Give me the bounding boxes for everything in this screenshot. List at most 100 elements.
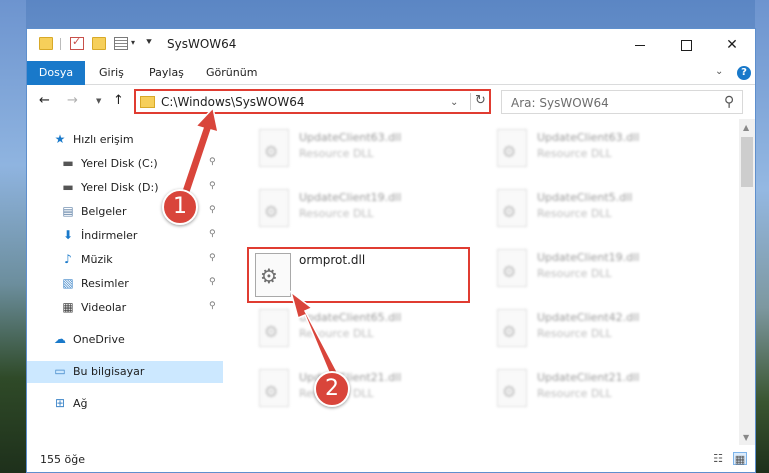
minimize-button[interactable] xyxy=(617,29,663,61)
close-button[interactable]: ✕ xyxy=(709,29,755,61)
pin-icon[interactable]: ⚲ xyxy=(209,181,216,191)
videos-icon: ▦ xyxy=(62,300,74,314)
up-button[interactable]: ↑ xyxy=(113,93,124,108)
chevron-down-icon[interactable]: ▾ xyxy=(131,38,135,47)
forward-button[interactable]: → xyxy=(67,93,78,108)
drive-icon: ▬ xyxy=(62,156,74,170)
new-folder-icon[interactable] xyxy=(92,37,106,50)
sidebar-item[interactable]: ★ Hızlı erişim xyxy=(27,129,223,151)
refresh-button[interactable]: ↻ xyxy=(475,93,486,108)
dll-file-icon xyxy=(497,249,527,287)
file-type: Resource DLL xyxy=(537,147,612,160)
sidebar-item[interactable]: ⊞ Ağ xyxy=(27,393,223,415)
pin-icon[interactable]: ⚲ xyxy=(209,205,216,215)
tab-share[interactable]: Paylaş xyxy=(141,61,192,85)
sidebar-item-label: Bu bilgisayar xyxy=(73,365,145,378)
vertical-scrollbar[interactable]: ▲ ▼ xyxy=(739,119,755,445)
expand-ribbon-icon[interactable]: ⌄ xyxy=(715,66,723,77)
chevron-down-icon[interactable]: ⌄ xyxy=(450,97,458,108)
sidebar-item[interactable]: ⬇ İndirmeler ⚲ xyxy=(27,225,223,247)
sidebar-item[interactable]: ▦ Videolar ⚲ xyxy=(27,297,223,319)
file-tile[interactable]: UpdateClient5.dll Resource DLL xyxy=(485,185,705,231)
address-bar[interactable]: C:\Windows\SysWOW64 ⌄ ↻ xyxy=(134,89,491,114)
details-view-icon[interactable]: ☷ xyxy=(711,452,725,465)
tab-file[interactable]: Dosya xyxy=(27,61,85,85)
tiles-view-icon[interactable]: ▦ xyxy=(733,452,747,466)
sidebar-item[interactable]: ▧ Resimler ⚲ xyxy=(27,273,223,295)
item-count: 155 öğe xyxy=(40,453,85,466)
download-icon: ⬇ xyxy=(62,228,74,242)
search-icon[interactable]: ⚲ xyxy=(724,94,734,110)
dll-file-icon xyxy=(497,129,527,167)
drive-icon: ▬ xyxy=(62,180,74,194)
recent-locations-icon[interactable]: ▼ xyxy=(96,97,101,105)
file-tile[interactable]: UpdateClient65.dll Resource DLL xyxy=(247,305,467,351)
sidebar-item-label: Videolar xyxy=(81,301,127,314)
search-input[interactable]: Ara: SysWOW64 ⚲ xyxy=(501,90,743,114)
status-bar: 155 öğe ☷ ▦ xyxy=(27,445,755,472)
callout-step-2: 2 xyxy=(314,371,350,407)
sidebar-item[interactable]: ☁ OneDrive xyxy=(27,329,223,351)
file-tile[interactable]: UpdateClient63.dll Resource DLL xyxy=(247,125,467,171)
sidebar-item[interactable]: ▭ Bu bilgisayar xyxy=(27,361,223,383)
maximize-button[interactable] xyxy=(663,29,709,61)
file-type: Resource DLL xyxy=(299,147,374,160)
desktop-wallpaper-left xyxy=(0,0,26,473)
properties-check-icon[interactable] xyxy=(70,35,84,50)
pin-icon[interactable]: ⚲ xyxy=(209,301,216,311)
sidebar-item-label: Yerel Disk (C:) xyxy=(81,157,158,170)
back-button[interactable]: ← xyxy=(39,93,50,108)
dll-file-icon: ⚙ xyxy=(255,253,291,297)
pictures-icon: ▧ xyxy=(62,276,74,290)
sidebar-item-label: Ağ xyxy=(73,397,88,410)
file-tile[interactable]: UpdateClient42.dll Resource DLL xyxy=(485,305,705,351)
cloud-icon: ☁ xyxy=(54,332,66,346)
file-tile[interactable]: UpdateClient21.dllResource DLL xyxy=(485,365,705,411)
sidebar-item-label: İndirmeler xyxy=(81,229,138,242)
scrollbar-thumb[interactable] xyxy=(741,137,753,187)
scroll-up-icon[interactable]: ▲ xyxy=(743,123,749,132)
scroll-down-icon[interactable]: ▼ xyxy=(743,433,749,442)
address-separator xyxy=(470,93,471,110)
tab-home[interactable]: Giriş xyxy=(91,61,132,85)
file-name: UpdateClient65.dll xyxy=(299,311,402,324)
folder-icon xyxy=(140,96,155,108)
file-tile-selected[interactable]: ⚙ ormprot.dll xyxy=(247,247,470,303)
star-icon: ★ xyxy=(54,132,66,146)
pin-icon[interactable]: ⚲ xyxy=(209,253,216,263)
file-tile[interactable]: UpdateClient21.dllResource DLL xyxy=(247,365,467,411)
file-name: UpdateClient19.dll xyxy=(537,251,640,264)
help-icon[interactable]: ? xyxy=(737,66,751,80)
ribbon-tabs: Dosya Giriş Paylaş Görünüm ⌄ ? xyxy=(27,61,755,85)
pin-icon[interactable]: ⚲ xyxy=(209,277,216,287)
callout-step-1: 1 xyxy=(162,189,198,225)
dll-file-icon xyxy=(259,129,289,167)
folder-icon xyxy=(39,37,53,50)
pin-icon[interactable]: ⚲ xyxy=(209,229,216,239)
file-name: UpdateClient19.dll xyxy=(299,191,402,204)
title-separator xyxy=(60,38,61,50)
sidebar-item-label: Müzik xyxy=(81,253,113,266)
sidebar-item[interactable]: ♪ Müzik ⚲ xyxy=(27,249,223,271)
desktop-wallpaper-right xyxy=(755,0,769,473)
tab-view[interactable]: Görünüm xyxy=(198,61,265,85)
file-name: UpdateClient63.dll xyxy=(299,131,402,144)
dll-file-icon xyxy=(497,189,527,227)
dll-file-icon xyxy=(259,369,289,407)
sidebar-item[interactable]: ▬ Yerel Disk (C:) ⚲ xyxy=(27,153,223,175)
pin-icon[interactable]: ⚲ xyxy=(209,157,216,167)
file-tile[interactable]: UpdateClient63.dll Resource DLL xyxy=(485,125,705,171)
file-type: Resource DLL xyxy=(537,327,612,340)
file-explorer-window: ▾ ⯆ SysWOW64 ✕ Dosya Giriş Paylaş Görünü… xyxy=(26,28,756,473)
music-icon: ♪ xyxy=(64,252,72,266)
customize-toolbar-icon[interactable]: ⯆ xyxy=(145,37,153,48)
file-tile[interactable]: UpdateClient19.dll Resource DLL xyxy=(485,245,705,291)
file-tile[interactable]: UpdateClient19.dll Resource DLL xyxy=(247,185,467,231)
view-list-icon[interactable] xyxy=(114,37,128,50)
sidebar-item-label: OneDrive xyxy=(73,333,125,346)
file-type: Resource DLL xyxy=(537,387,612,400)
window-title: SysWOW64 xyxy=(167,37,237,51)
address-path[interactable]: C:\Windows\SysWOW64 xyxy=(161,95,305,109)
dll-file-icon xyxy=(497,309,527,347)
sidebar-item-label: Resimler xyxy=(81,277,129,290)
